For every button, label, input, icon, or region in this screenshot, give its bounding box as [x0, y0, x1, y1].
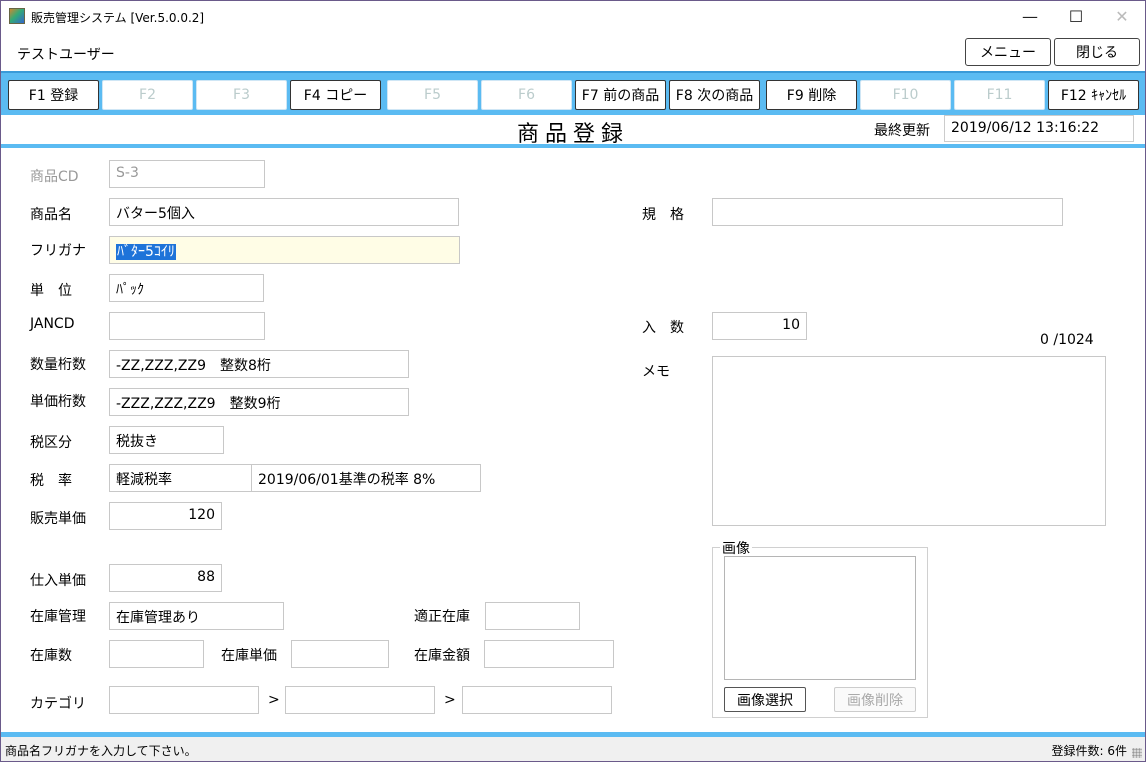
- memo-label: メモ: [642, 364, 670, 380]
- category-3-field[interactable]: [462, 686, 612, 714]
- category-2-field[interactable]: [285, 686, 435, 714]
- proper-stock-field[interactable]: [485, 602, 580, 630]
- unit-label: 単 位: [30, 283, 72, 299]
- maximize-button[interactable]: ☐: [1053, 1, 1099, 31]
- title-bar: 販売管理システム [Ver.5.0.0.2] — ☐ ✕: [1, 1, 1145, 31]
- app-window: 販売管理システム [Ver.5.0.0.2] — ☐ ✕ テストユーザー メニュ…: [0, 0, 1146, 762]
- qty-per-case-label: 入 数: [642, 320, 684, 336]
- qty-per-case-field[interactable]: 10: [712, 312, 807, 340]
- price-digits-field[interactable]: -ZZZ,ZZZ,ZZ9 整数9桁: [109, 388, 409, 416]
- price-digits-label: 単価桁数: [30, 394, 86, 410]
- tax-class-label: 税区分: [30, 435, 72, 451]
- last-updated-value: 2019/06/12 13:16:22: [944, 115, 1134, 142]
- furigana-field[interactable]: ﾊﾞﾀｰ5ｺｲﾘ: [109, 236, 460, 264]
- user-bar: テストユーザー メニュー 閉じる: [1, 31, 1145, 71]
- f9-delete-button[interactable]: F9 削除: [766, 80, 857, 110]
- image-group: 画像 画像選択 画像削除: [712, 538, 928, 718]
- tax-rate-field[interactable]: 軽減税率: [109, 464, 252, 492]
- f5-button[interactable]: F5: [387, 80, 478, 110]
- stock-amount-label: 在庫金額: [414, 648, 470, 664]
- spec-label: 規 格: [642, 207, 684, 223]
- stock-management-field[interactable]: 在庫管理あり: [109, 602, 284, 630]
- sale-price-field[interactable]: 120: [109, 502, 222, 530]
- purchase-price-label: 仕入単価: [30, 573, 86, 589]
- jancd-label: JANCD: [30, 316, 75, 332]
- f4-copy-button[interactable]: F4 コピー: [290, 80, 381, 110]
- category-1-field[interactable]: [109, 686, 259, 714]
- menu-button[interactable]: メニュー: [965, 38, 1051, 66]
- product-code-field: S-3: [109, 160, 265, 188]
- product-code-label: 商品CD: [30, 169, 79, 185]
- user-name: テストユーザー: [17, 47, 115, 63]
- stock-unit-price-field[interactable]: [291, 640, 389, 668]
- close-window-button[interactable]: ✕: [1099, 1, 1145, 31]
- tax-rate-note: 2019/06/01基準の税率 8%: [251, 464, 481, 492]
- image-delete-button[interactable]: 画像削除: [834, 687, 916, 712]
- category-label: カテゴリ: [30, 696, 86, 712]
- image-select-button[interactable]: 画像選択: [724, 687, 806, 712]
- furigana-label: フリガナ: [30, 243, 86, 259]
- proper-stock-label: 適正在庫: [414, 609, 470, 625]
- f8-next-item-button[interactable]: F8 次の商品: [669, 80, 760, 110]
- stock-qty-field[interactable]: [109, 640, 204, 668]
- product-name-field[interactable]: バター5個入: [109, 198, 459, 226]
- unit-field[interactable]: ﾊﾟｯｸ: [109, 274, 264, 302]
- image-group-title: 画像: [720, 538, 752, 558]
- quantity-digits-label: 数量桁数: [30, 357, 86, 373]
- furigana-selected-text: ﾊﾞﾀｰ5ｺｲﾘ: [116, 244, 176, 260]
- tax-class-field[interactable]: 税抜き: [109, 426, 224, 454]
- f2-button[interactable]: F2: [102, 80, 193, 110]
- stock-amount-field[interactable]: [484, 640, 614, 668]
- memo-char-count: 0 /1024: [1040, 332, 1094, 348]
- stock-management-label: 在庫管理: [30, 609, 86, 625]
- f11-button[interactable]: F11: [954, 80, 1045, 110]
- function-key-bar: F1 登録 F2 F3 F4 コピー F5 F6 F7 前の商品 F8 次の商品…: [1, 71, 1145, 115]
- spec-field[interactable]: [712, 198, 1063, 226]
- product-name-label: 商品名: [30, 207, 72, 223]
- tax-rate-label: 税 率: [30, 473, 72, 489]
- status-message: 商品名フリガナを入力して下さい。: [5, 744, 197, 758]
- stock-qty-label: 在庫数: [30, 648, 72, 664]
- resize-grip-icon[interactable]: [1132, 748, 1142, 758]
- category-separator-1: >: [268, 692, 280, 708]
- f7-prev-item-button[interactable]: F7 前の商品: [575, 80, 666, 110]
- category-separator-2: >: [444, 692, 456, 708]
- quantity-digits-field[interactable]: -ZZ,ZZZ,ZZ9 整数8桁: [109, 350, 409, 378]
- header-divider: [1, 144, 1145, 148]
- last-updated-label: 最終更新: [874, 123, 930, 139]
- purchase-price-field[interactable]: 88: [109, 564, 222, 592]
- stock-unit-price-label: 在庫単価: [221, 648, 277, 664]
- f1-register-button[interactable]: F1 登録: [8, 80, 99, 110]
- f10-button[interactable]: F10: [860, 80, 951, 110]
- memo-textarea[interactable]: [712, 356, 1106, 526]
- app-icon: [9, 8, 25, 24]
- window-title: 販売管理システム [Ver.5.0.0.2]: [31, 11, 205, 25]
- f6-button[interactable]: F6: [481, 80, 572, 110]
- jancd-field[interactable]: [109, 312, 265, 340]
- minimize-button[interactable]: —: [1007, 1, 1053, 31]
- page-header: 商品登録 最終更新 2019/06/12 13:16:22: [1, 115, 1145, 147]
- record-count: 登録件数: 6件: [1051, 744, 1128, 758]
- f3-button[interactable]: F3: [196, 80, 287, 110]
- sale-price-label: 販売単価: [30, 511, 86, 527]
- close-button[interactable]: 閉じる: [1054, 38, 1140, 66]
- f12-cancel-button[interactable]: F12 ｷｬﾝｾﾙ: [1048, 80, 1139, 110]
- image-preview: [724, 556, 916, 680]
- status-bar: 商品名フリガナを入力して下さい。 登録件数: 6件: [1, 737, 1145, 761]
